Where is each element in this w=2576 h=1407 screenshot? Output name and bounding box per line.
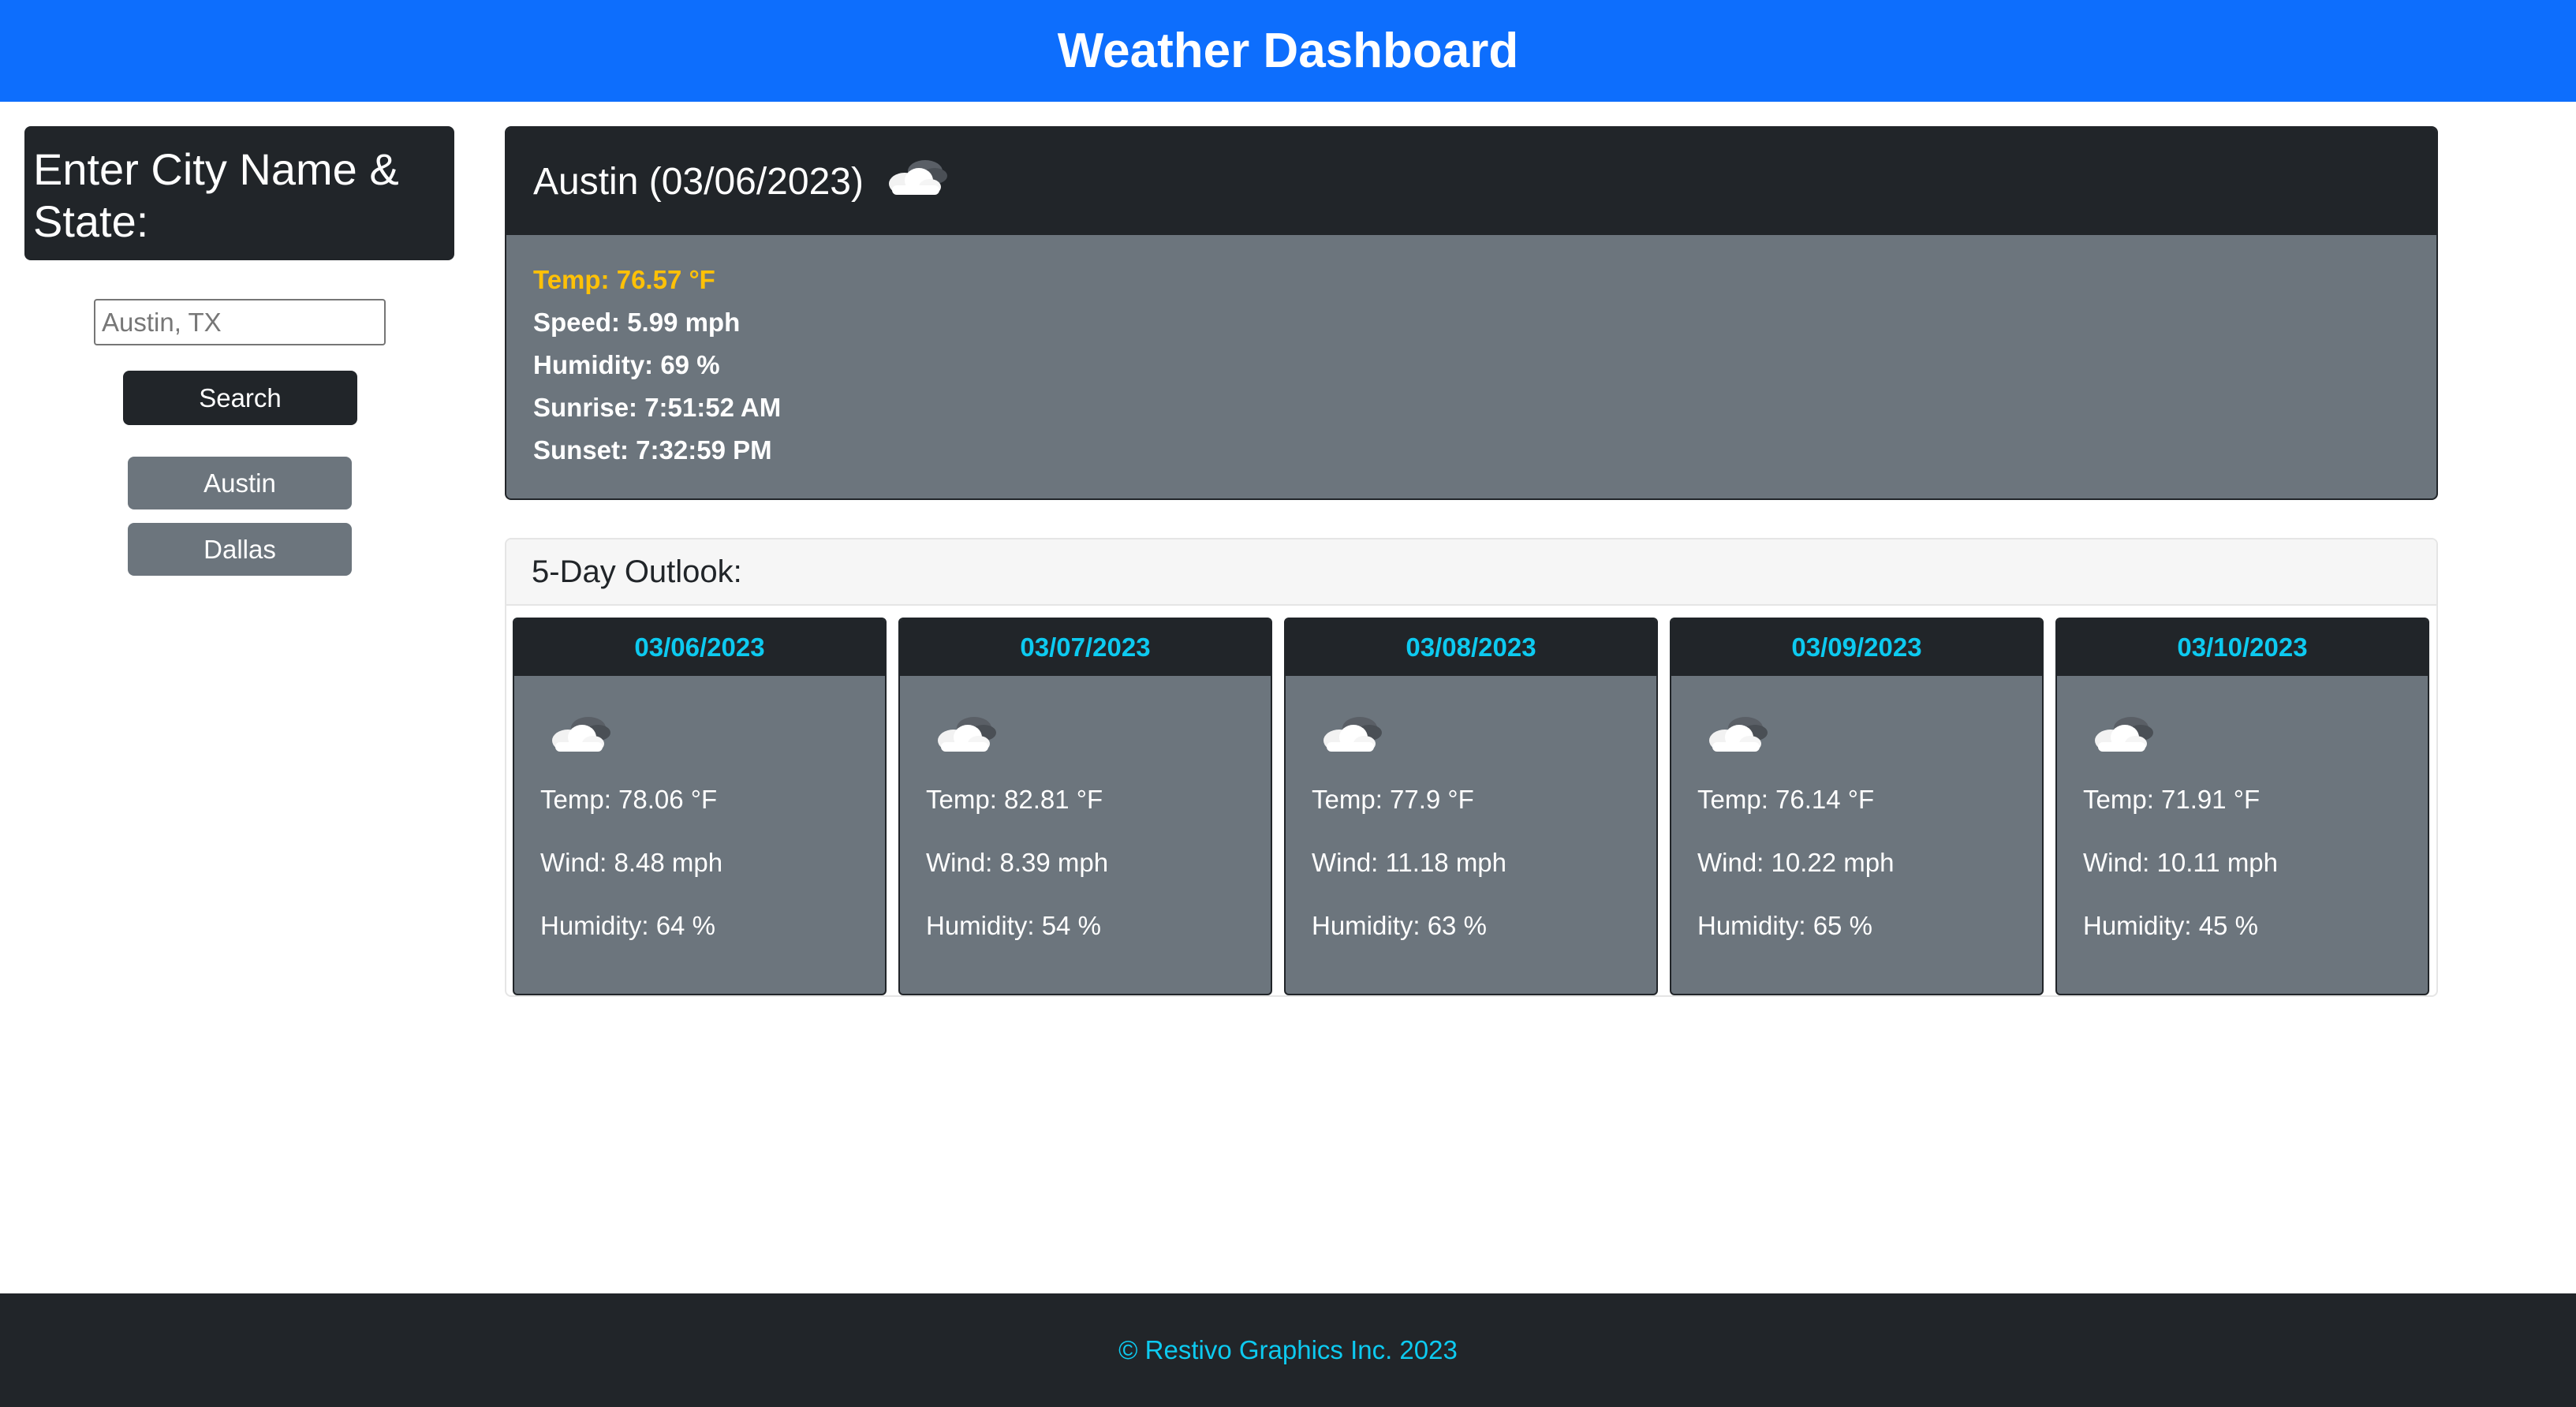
city-search-input[interactable] <box>94 299 386 345</box>
search-title: Enter City Name & State: <box>24 126 454 260</box>
cloud-icon <box>930 711 1001 762</box>
five-day-outlook: 5-Day Outlook: 03/06/2023 Temp: 78.06 °F… <box>505 538 2438 997</box>
forecast-temp: Temp: 76.14 °F <box>1697 785 1875 814</box>
forecast-humidity: Humidity: 64 % <box>540 911 715 940</box>
cloud-icon <box>881 154 952 205</box>
current-speed: Speed: 5.99 mph <box>533 308 741 337</box>
forecast-humidity: Humidity: 54 % <box>926 911 1101 940</box>
forecast-card: 03/10/2023 Temp: 71.91 °F Wind: 10.11 mp… <box>2055 618 2429 995</box>
forecast-temp: Temp: 78.06 °F <box>540 785 718 814</box>
forecast-humidity: Humidity: 45 % <box>2083 911 2258 940</box>
cloud-icon <box>544 711 615 762</box>
forecast-date: 03/10/2023 <box>2057 619 2428 676</box>
page-header: Weather Dashboard <box>0 0 2576 102</box>
forecast-card: 03/06/2023 Temp: 78.06 °F Wind: 8.48 mph… <box>513 618 887 995</box>
forecast-humidity: Humidity: 65 % <box>1697 911 1872 940</box>
forecast-temp: Temp: 71.91 °F <box>2083 785 2261 814</box>
page-footer: © Restivo Graphics Inc. 2023 <box>0 1293 2576 1407</box>
forecast-date: 03/06/2023 <box>514 619 885 676</box>
forecast-card: 03/09/2023 Temp: 76.14 °F Wind: 10.22 mp… <box>1670 618 2044 995</box>
cloud-icon <box>1316 711 1387 762</box>
current-weather-details: Temp: 76.57 °F Speed: 5.99 mph Humidity:… <box>506 235 2436 472</box>
forecast-wind: Wind: 8.39 mph <box>926 848 1109 877</box>
current-temp: Temp: 76.57 °F <box>533 265 715 294</box>
footer-copyright: © Restivo Graphics Inc. 2023 <box>1118 1335 1458 1364</box>
forecast-humidity: Humidity: 63 % <box>1312 911 1487 940</box>
forecast-date: 03/07/2023 <box>900 619 1271 676</box>
history-button-dallas[interactable]: Dallas <box>128 523 352 576</box>
current-humidity: Humidity: 69 % <box>533 350 720 379</box>
current-weather-card: Austin (03/06/2023) Temp: 76.57 °F Speed… <box>505 126 2438 500</box>
cloud-icon <box>2087 711 2158 762</box>
forecast-wind: Wind: 10.22 mph <box>1697 848 1895 877</box>
forecast-date: 03/08/2023 <box>1286 619 1656 676</box>
forecast-date: 03/09/2023 <box>1671 619 2042 676</box>
forecast-temp: Temp: 77.9 °F <box>1312 785 1474 814</box>
forecast-card: 03/07/2023 Temp: 82.81 °F Wind: 8.39 mph… <box>898 618 1272 995</box>
history-button-austin[interactable]: Austin <box>128 457 352 509</box>
forecast-temp: Temp: 82.81 °F <box>926 785 1103 814</box>
forecast-wind: Wind: 8.48 mph <box>540 848 723 877</box>
current-sunset: Sunset: 7:32:59 PM <box>533 435 772 465</box>
current-weather-header: Austin (03/06/2023) <box>506 128 2436 235</box>
forecast-card: 03/08/2023 Temp: 77.9 °F Wind: 11.18 mph… <box>1284 618 1658 995</box>
forecast-wind: Wind: 10.11 mph <box>2083 848 2279 877</box>
page-title: Weather Dashboard <box>1057 24 1519 78</box>
outlook-title: 5-Day Outlook: <box>506 539 2436 606</box>
cloud-icon <box>1701 711 1772 762</box>
forecast-wind: Wind: 11.18 mph <box>1312 848 1507 877</box>
current-sunrise: Sunrise: 7:51:52 AM <box>533 393 782 422</box>
current-city-heading: Austin (03/06/2023) <box>533 160 864 203</box>
search-button[interactable]: Search <box>123 371 357 425</box>
